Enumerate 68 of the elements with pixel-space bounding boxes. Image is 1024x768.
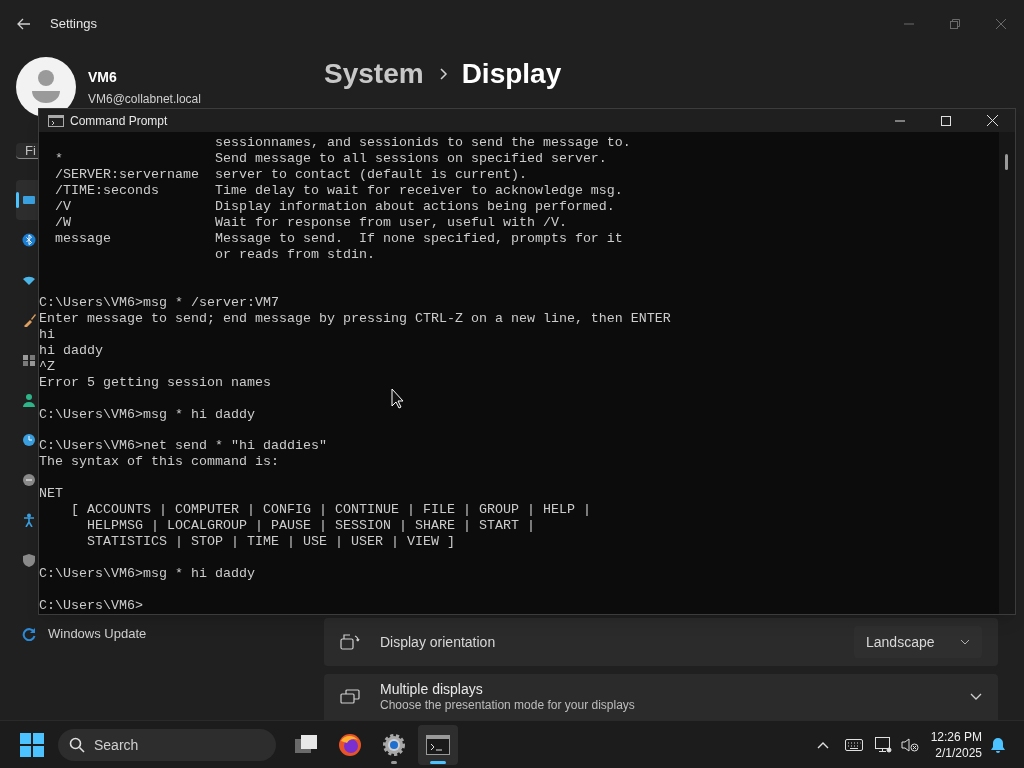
- terminal-line: Enter message to send; end message by pressing CTRL-Z on a new line, then ENTER: [39, 310, 671, 327]
- user-name: VM6: [88, 67, 118, 87]
- terminal-line: /W Wait for response from user, useful with /V.: [54, 215, 567, 231]
- terminal-line: /TIME:seconds Time delay to wait for receiver to acknowledge msg.: [54, 183, 623, 199]
- nav-icon: [22, 627, 36, 641]
- terminal-line: STATISTICS | STOP | TIME | USE | USER | VIEW ]: [86, 534, 455, 551]
- breadcrumb-link[interactable]: System: [324, 53, 424, 95]
- nav-icon: [22, 473, 36, 487]
- nav-item[interactable]: [16, 180, 38, 220]
- terminal-line: C:\Users\VM6>msg * hi daddy: [39, 406, 255, 423]
- page-title: Display: [461, 57, 562, 91]
- nav-icon: [22, 193, 36, 207]
- search-icon: [69, 736, 85, 753]
- bell-icon[interactable]: [990, 736, 1006, 753]
- setting-label: Multiple displays: [380, 681, 484, 698]
- terminal-line: message Message to send. If none specified, prompts for it: [54, 231, 623, 247]
- nav-icon: [22, 233, 36, 247]
- gear-icon: [382, 732, 406, 757]
- taskbar-search[interactable]: Search: [58, 728, 276, 761]
- search-field[interactable]: Fi: [16, 143, 38, 159]
- terminal-line: C:\Users\VM6>msg * hi daddy: [39, 566, 255, 583]
- nav-icon: [22, 393, 36, 407]
- setting-label: Display orientation: [380, 632, 496, 652]
- terminal-line: HELPMSG | LOCALGROUP | PAUSE | SESSION | SHARE | START |: [86, 518, 535, 535]
- terminal-line: /SERVER:servername server to contact (default is current).: [54, 167, 527, 183]
- nav-icon: [22, 313, 36, 327]
- settings-card[interactable]: Multiple displays Choose the presentation mode for your displays: [324, 674, 998, 720]
- avatar: [16, 57, 76, 117]
- terminal-line: The syntax of this command is:: [39, 454, 279, 471]
- terminal-icon: [426, 734, 450, 755]
- multiple-displays-icon: [340, 689, 360, 705]
- chevron-down-icon: [960, 639, 970, 645]
- scrollbar[interactable]: [999, 132, 1015, 614]
- terminal-line: NET: [39, 486, 63, 503]
- nav-icon: [22, 433, 36, 447]
- chevron-down-icon: [970, 693, 982, 701]
- nav-item[interactable]: Windows Update: [16, 618, 310, 650]
- terminal-line: hi daddy: [39, 342, 103, 359]
- terminal-line: or reads from stdin.: [213, 247, 375, 263]
- terminal-line: ^Z: [39, 358, 55, 375]
- terminal-line: [ ACCOUNTS | COMPUTER | CONFIG | CONTINUE | FILE | GROUP | HELP |: [70, 502, 591, 519]
- clock-time[interactable]: 12:26 PM: [930, 728, 982, 745]
- back-arrow-icon[interactable]: [16, 16, 32, 32]
- terminal-line: C:\Users\VM6>: [39, 598, 143, 614]
- window-title: Settings: [50, 15, 97, 34]
- window-title: Command Prompt: [70, 112, 168, 130]
- terminal-line: hi: [39, 326, 55, 343]
- terminal-line: C:\Users\VM6>net send * "hi daddies": [39, 438, 327, 455]
- terminal-line: /V Display information about actions being performed.: [54, 199, 615, 215]
- orientation-dropdown[interactable]: Landscape: [854, 626, 982, 658]
- user-email: VM6@collabnet.local: [88, 90, 201, 108]
- terminal-icon: [48, 114, 64, 127]
- terminal-line: C:\Users\VM6>msg * /server:VM7: [39, 294, 279, 311]
- rotate-display-icon: [340, 633, 360, 651]
- nav-icon: [22, 553, 36, 567]
- nav-icon: [22, 353, 36, 367]
- nav-icon: [22, 513, 36, 527]
- setting-description: Choose the presentation mode for your displays: [380, 698, 635, 713]
- start-icon[interactable]: [20, 732, 44, 757]
- terminal-line: Error 5 getting session names: [39, 374, 271, 391]
- mouse-pointer-icon: [391, 388, 404, 409]
- browser-icon: [338, 732, 362, 757]
- taskbar-app[interactable]: [418, 724, 458, 765]
- chevron-right-icon: [437, 68, 448, 80]
- terminal-line: * Send message to all sessions on specified server.: [54, 151, 607, 167]
- terminal-line: sessionnames, and sessionids to send the message to.: [213, 135, 631, 151]
- clock-date[interactable]: 2/1/2025: [935, 744, 982, 761]
- task-view-icon: [294, 733, 318, 756]
